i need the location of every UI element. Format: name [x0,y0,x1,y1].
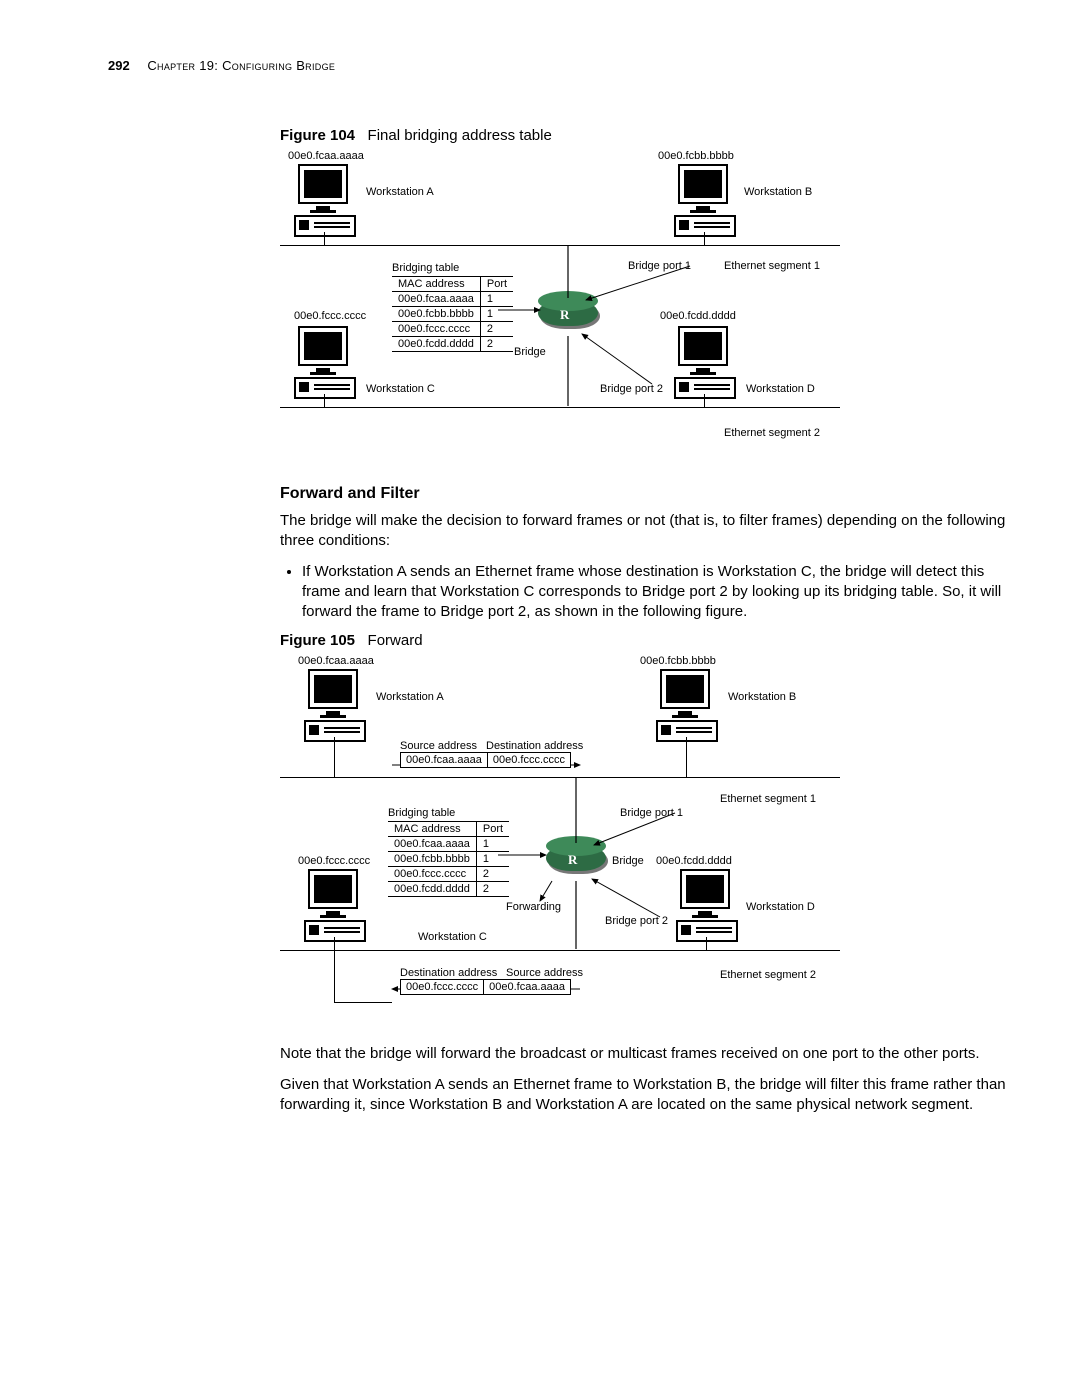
trailing-p1: Note that the bridge will forward the br… [280,1044,1010,1064]
bridge-label-2: Bridge [612,855,644,867]
bridging-table-105: Bridging table MAC addressPort 00e0.fcaa… [388,807,509,897]
macC: 00e0.fccc.cccc [294,310,366,322]
figure105-label: Figure 105 [280,632,355,649]
btable-hdr-port: Port [480,277,513,292]
port2-label: Bridge port 2 [600,383,663,395]
macA: 00e0.fcaa.aaaa [288,150,364,162]
figure105-caption: Figure 105 Forward [280,632,1010,649]
frame-top: Source addressDestination address 00e0.f… [400,740,583,768]
bridging-table-104: Bridging table MAC addressPort 00e0.fcaa… [392,262,513,352]
page-header: 292 Chapter 19: Configuring Bridge [108,58,1010,73]
seg2-2-label: Ethernet segment 2 [720,969,816,981]
table-row: 00e0.fcaa.aaaa [388,837,476,852]
router-icon: R [538,300,598,336]
trailing-p2: Given that Workstation A sends an Ethern… [280,1075,1010,1116]
chapter-title: Chapter 19: Configuring Bridge [147,58,335,73]
macB: 00e0.fcbb.bbbb [658,150,734,162]
workstation-B-icon [674,164,732,237]
forward-filter-intro: The bridge will make the decision to for… [280,511,1010,552]
figure104-caption: Figure 104 Final bridging address table [280,127,1010,144]
btable-hdr-mac: MAC address [392,277,480,292]
figure104-label: Figure 104 [280,127,355,144]
workstation-D-icon [674,326,732,399]
macB2: 00e0.fcbb.bbbb [640,655,716,667]
macD2: 00e0.fcdd.dddd [656,855,732,867]
figure104-diagram: 00e0.fcaa.aaaa 00e0.fcbb.bbbb Workstatio… [280,150,880,455]
seg1-2-label: Ethernet segment 1 [720,793,816,805]
macD: 00e0.fcdd.dddd [660,310,736,322]
workstation-A2-icon [304,669,362,742]
wsA-label: Workstation A [366,186,434,198]
forward-filter-bullet-1: If Workstation A sends an Ethernet frame… [302,562,1010,623]
table-row: 00e0.fcdd.dddd [388,882,476,897]
port1-label-2: Bridge port 1 [620,807,683,819]
wsC-label: Workstation C [366,383,435,395]
router-icon-2: R [546,845,606,881]
wsD2-label: Workstation D [746,901,815,913]
wsC2-label: Workstation C [418,931,487,943]
btable-title: Bridging table [392,262,513,274]
workstation-C-icon [294,326,352,399]
seg1-label: Ethernet segment 1 [724,260,820,272]
workstation-D2-icon [676,869,734,942]
forwarding-label: Forwarding [506,901,561,913]
table-row: 00e0.fcaa.aaaa [392,292,480,307]
wsD-label: Workstation D [746,383,815,395]
macC2: 00e0.fccc.cccc [298,855,370,867]
table-row: 00e0.fcdd.dddd [392,337,480,352]
workstation-A-icon [294,164,352,237]
wsA2-label: Workstation A [376,691,444,703]
bridge-label: Bridge [514,346,546,358]
page-number: 292 [108,58,130,73]
figure104-text: Final bridging address table [368,127,552,144]
wsB-label: Workstation B [744,186,812,198]
port2-label-2: Bridge port 2 [605,915,668,927]
workstation-C2-icon [304,869,362,942]
wsB2-label: Workstation B [728,691,796,703]
port1-label: Bridge port 1 [628,260,691,272]
forward-filter-heading: Forward and Filter [280,485,1010,503]
table-row: 00e0.fccc.cccc [392,322,480,337]
table-row: 00e0.fcbb.bbbb [388,852,476,867]
figure105-diagram: 00e0.fcaa.aaaa 00e0.fcbb.bbbb Workstatio… [280,655,880,1020]
table-row: 00e0.fcbb.bbbb [392,307,480,322]
macA2: 00e0.fcaa.aaaa [298,655,374,667]
frame-bottom: Destination addressSource address 00e0.f… [400,967,583,995]
workstation-B2-icon [656,669,714,742]
seg2-label: Ethernet segment 2 [724,427,820,439]
table-row: 00e0.fccc.cccc [388,867,476,882]
figure105-text: Forward [368,632,423,649]
